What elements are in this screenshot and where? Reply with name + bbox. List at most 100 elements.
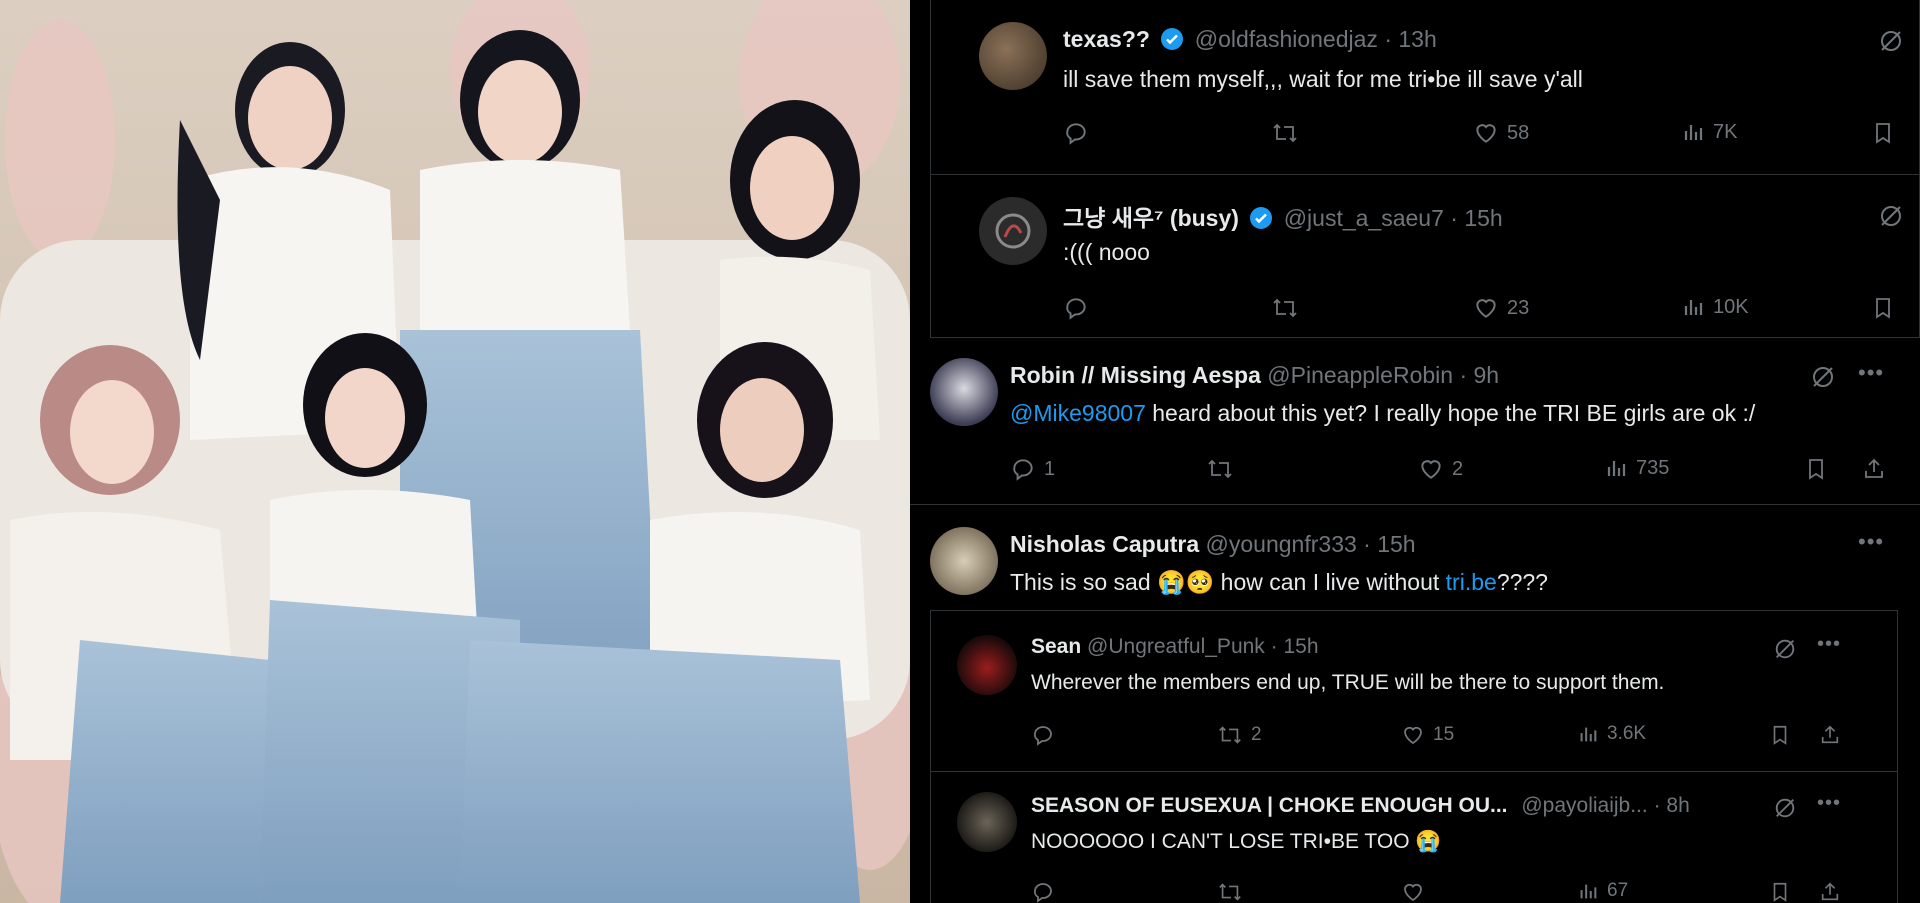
display-name[interactable]: 그냥 새우⁷ (busy) [1063,205,1239,231]
view-count: 3.6K [1607,723,1647,744]
retweet-button[interactable]: 2 [1217,723,1262,747]
group-photo-illustration [0,0,910,903]
user-handle[interactable]: @Ungreatful_Punk [1087,635,1265,658]
like-icon [1418,456,1444,482]
like-button[interactable]: 15 [1401,723,1454,747]
like-icon [1473,120,1499,146]
tweet[interactable]: Robin // Missing Aespa @PineappleRobin ·… [910,338,1920,505]
avatar[interactable] [930,358,998,426]
timestamp[interactable]: · 15h [1271,635,1319,658]
tweet[interactable]: SEASON OF EUSEXUA | CHOKE ENOUGH OU... @… [930,771,1898,903]
grok-icon[interactable] [1878,28,1904,59]
display-name[interactable]: Robin // Missing Aespa [1010,362,1261,388]
reply-button[interactable] [1063,295,1097,321]
user-handle[interactable]: @PineappleRobin [1267,362,1453,388]
avatar[interactable] [930,527,998,595]
tweet-header: Robin // Missing Aespa @PineappleRobin ·… [1010,362,1499,389]
display-name[interactable]: SEASON OF EUSEXUA | CHOKE ENOUGH OU... [1031,794,1508,817]
tweet-header: Nisholas Caputra @youngnfr333 · 15h [1010,531,1416,558]
tweet[interactable]: Nisholas Caputra @youngnfr333 · 15h ••• … [910,505,1920,605]
views-icon [1681,120,1705,144]
retweet-button[interactable] [1217,880,1251,903]
bookmark-button[interactable] [1871,120,1895,146]
avatar[interactable] [979,197,1047,265]
tweet-header: SEASON OF EUSEXUA | CHOKE ENOUGH OU... @… [1031,794,1690,818]
bookmark-button[interactable] [1871,295,1895,321]
tweet-header: 그냥 새우⁷ (busy) @just_a_saeu7 · 15h [1063,199,1503,236]
share-icon [1819,723,1841,747]
display-name[interactable]: texas?? [1063,26,1150,52]
action-bar: 67 [931,880,1897,903]
tweet-header: texas?? @oldfashionedjaz · 13h [1063,26,1437,57]
like-button[interactable]: 58 [1473,120,1529,146]
retweet-button[interactable] [1206,456,1242,482]
views-button[interactable]: 735 [1604,456,1669,480]
display-name[interactable]: Sean [1031,635,1081,658]
view-count: 735 [1636,456,1670,479]
share-button[interactable] [1819,880,1841,903]
reply-button[interactable] [1031,880,1063,903]
display-name[interactable]: Nisholas Caputra [1010,531,1199,557]
retweet-button[interactable] [1271,120,1307,146]
share-icon [1819,880,1841,903]
grok-icon[interactable] [1773,796,1797,825]
mention-link[interactable]: @Mike98007 [1010,400,1146,426]
avatar[interactable] [979,22,1047,90]
views-icon [1577,880,1599,902]
user-handle[interactable]: @oldfashionedjaz [1195,26,1378,52]
user-handle[interactable]: @youngnfr333 [1206,531,1357,557]
views-button[interactable]: 10K [1681,295,1749,319]
retweet-button[interactable] [1271,295,1307,321]
reply-button[interactable] [1031,723,1063,747]
avatar[interactable] [957,792,1017,852]
more-icon[interactable]: ••• [1858,529,1884,555]
bookmark-icon [1871,120,1895,146]
bookmark-icon [1769,880,1791,903]
like-button[interactable]: 23 [1473,295,1529,321]
like-button[interactable] [1401,880,1433,903]
bookmark-button[interactable] [1769,880,1791,903]
user-handle[interactable]: @payoliaijb... [1521,794,1647,817]
share-button[interactable] [1862,456,1886,482]
timestamp[interactable]: · 13h [1384,26,1436,52]
bookmark-icon [1804,456,1828,482]
grok-icon[interactable] [1878,203,1904,234]
tweet-text: This is so sad 😭🥺 how can I live without… [1010,569,1548,596]
views-icon [1604,456,1628,480]
more-icon[interactable]: ••• [1817,633,1841,656]
tweet-text: NOOOOOO I CAN'T LOSE TRI•BE TOO 😭 [1031,830,1442,853]
reply-button[interactable] [1063,120,1097,146]
grok-icon[interactable] [1810,364,1836,395]
action-bar: 1 2 735 [910,456,1920,486]
timestamp[interactable]: · 15h [1450,205,1502,231]
reply-icon [1010,456,1036,482]
tweet-link[interactable]: tri.be [1446,569,1497,595]
user-handle[interactable]: @just_a_saeu7 [1284,205,1444,231]
bookmark-button[interactable] [1769,723,1791,747]
tweet[interactable]: 그냥 새우⁷ (busy) @just_a_saeu7 · 15h :((( n… [930,175,1920,338]
grok-icon[interactable] [1773,637,1797,666]
more-icon[interactable]: ••• [1817,792,1841,815]
reply-icon [1031,880,1055,903]
views-button[interactable]: 7K [1681,120,1737,144]
avatar[interactable] [957,635,1017,695]
timestamp[interactable]: · 8h [1654,794,1690,817]
share-button[interactable] [1819,723,1841,747]
like-icon [1473,295,1499,321]
verified-badge-icon [1160,27,1184,57]
views-button[interactable]: 3.6K [1577,723,1646,745]
timestamp[interactable]: · 9h [1459,362,1499,388]
tweet[interactable]: Sean @Ungreatful_Punk · 15h ••• Wherever… [930,610,1898,771]
bookmark-button[interactable] [1804,456,1828,482]
timestamp[interactable]: · 15h [1363,531,1415,557]
like-count: 15 [1433,724,1455,745]
views-button[interactable]: 67 [1577,880,1628,902]
more-icon[interactable]: ••• [1858,360,1884,386]
like-button[interactable]: 2 [1418,456,1463,482]
tweet[interactable]: texas?? @oldfashionedjaz · 13h ill save … [930,0,1920,175]
reply-icon [1063,295,1089,321]
action-bar: 2 15 3.6K [931,723,1897,753]
bookmark-icon [1871,295,1895,321]
reply-button[interactable]: 1 [1010,456,1055,482]
reply-icon [1031,723,1055,747]
